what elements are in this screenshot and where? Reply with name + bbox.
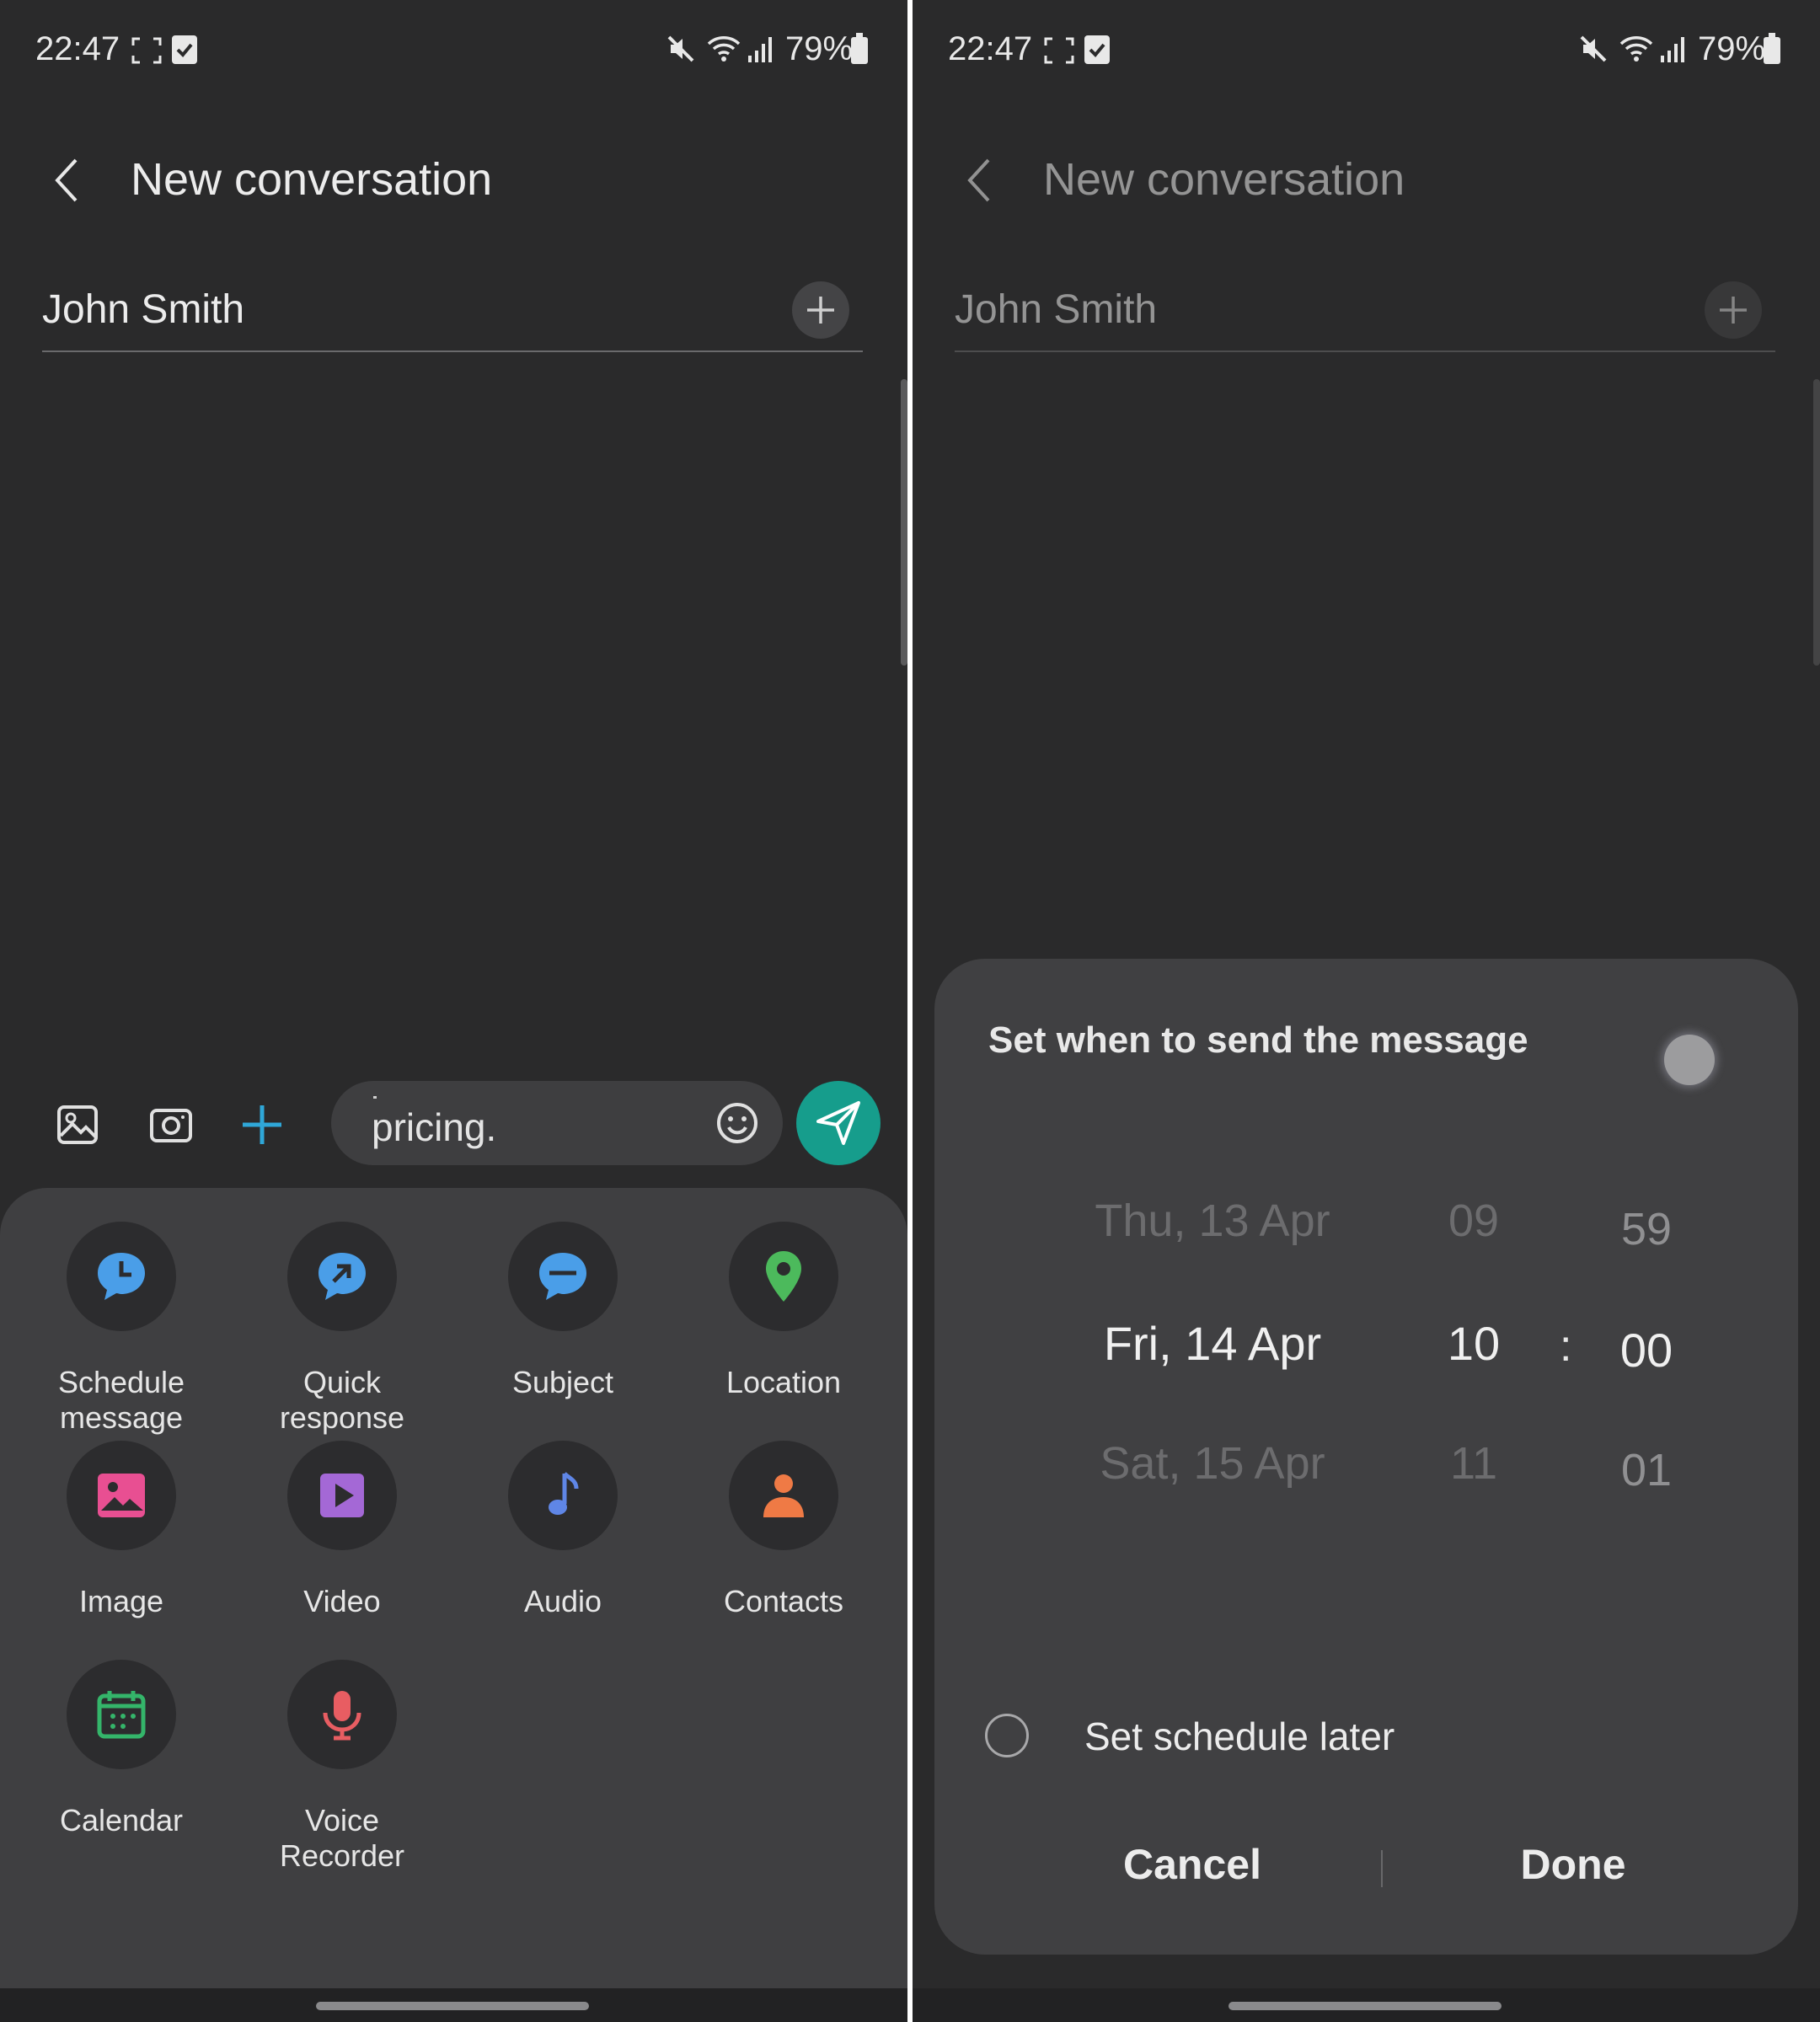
- video-icon: [320, 1474, 364, 1517]
- schedule-message-screen: 22:47 79% New conversation John Smith Se…: [913, 0, 1820, 2022]
- image-icon: [98, 1474, 145, 1517]
- wifi-icon: [1619, 36, 1653, 62]
- status-bar: 22:47 79%: [913, 0, 1820, 101]
- gallery-icon: [57, 1105, 98, 1144]
- subject-icon: [539, 1253, 586, 1300]
- subject-option[interactable]: Subject: [452, 1222, 673, 1424]
- add-recipient-button[interactable]: [792, 281, 849, 339]
- voice-recorder-label: Voice Recorder: [279, 1803, 405, 1873]
- camera-icon: [150, 1109, 192, 1142]
- home-gesture-bar[interactable]: [316, 2002, 589, 2010]
- text-cursor: [373, 1096, 377, 1099]
- hour-option-next[interactable]: 11: [1423, 1437, 1524, 1490]
- signal-icon: [748, 37, 772, 62]
- attach-plus-button[interactable]: [233, 1095, 292, 1154]
- schedule-later-radio[interactable]: [985, 1714, 1029, 1757]
- signal-icon: [1661, 37, 1684, 62]
- back-arrow-icon: [967, 158, 990, 202]
- back-arrow-icon[interactable]: [51, 157, 84, 204]
- subject-label: Subject: [511, 1365, 614, 1399]
- recipient-field: John Smith: [955, 287, 1158, 332]
- add-recipient-button: [1705, 281, 1762, 339]
- hour-option-selected[interactable]: 10: [1423, 1316, 1524, 1371]
- video-option[interactable]: Video: [232, 1441, 452, 1643]
- mute-icon: [1580, 35, 1607, 62]
- date-option-selected[interactable]: Fri, 14 Apr: [1036, 1316, 1389, 1371]
- quick-response-option[interactable]: Quick response: [232, 1222, 452, 1435]
- checkbox-notification-icon: [1084, 35, 1110, 64]
- recipient-field[interactable]: John Smith: [42, 286, 244, 333]
- scrollbar: [1813, 379, 1820, 666]
- schedule-clock-icon: [98, 1253, 145, 1300]
- image-label: Image: [78, 1584, 164, 1618]
- camera-button[interactable]: [142, 1095, 201, 1154]
- video-label: Video: [303, 1584, 381, 1618]
- schedule-dialog: Set when to send the message Thu, 13 Apr…: [934, 959, 1798, 1955]
- calendar-icon: [97, 1691, 146, 1739]
- date-option-next[interactable]: Sat, 15 Apr: [1036, 1437, 1389, 1490]
- location-option[interactable]: Location: [673, 1222, 894, 1424]
- home-gesture-bar[interactable]: [1228, 2002, 1502, 2010]
- voice-recorder-option[interactable]: Voice Recorder: [232, 1660, 452, 1873]
- page-title: New conversation: [131, 154, 493, 205]
- schedule-later-label[interactable]: Set schedule later: [1084, 1714, 1394, 1759]
- image-option[interactable]: Image: [11, 1441, 232, 1643]
- recipient-underline: [42, 350, 863, 352]
- mute-icon: [667, 35, 694, 62]
- message-text: pricing.: [372, 1105, 497, 1149]
- scrollbar[interactable]: [901, 379, 907, 666]
- button-divider: [1381, 1850, 1383, 1887]
- cancel-button[interactable]: Cancel: [1066, 1840, 1319, 1889]
- schedule-message-label: Schedule message: [57, 1365, 185, 1435]
- plus-icon: [243, 1105, 281, 1144]
- messages-compose-screen: 22:47 79% New conversation John Smith pr…: [0, 0, 907, 2022]
- done-button[interactable]: Done: [1447, 1840, 1700, 1889]
- location-label: Location: [725, 1365, 842, 1399]
- audio-label: Audio: [523, 1584, 602, 1618]
- attachment-sheet: Schedule message Quick response Subject …: [0, 1188, 907, 1988]
- time-separator: :: [1560, 1322, 1572, 1371]
- screenshot-icon: [131, 37, 162, 64]
- microphone-icon: [323, 1691, 361, 1741]
- status-time: 22:47: [35, 30, 120, 67]
- recipient-underline: [955, 350, 1775, 352]
- quick-response-label: Quick response: [279, 1365, 405, 1435]
- status-bar: 22:47 79%: [0, 0, 907, 101]
- hour-option-prev[interactable]: 09: [1423, 1195, 1524, 1247]
- dialog-title: Set when to send the message: [988, 1019, 1528, 1061]
- contacts-option[interactable]: Contacts: [673, 1441, 894, 1643]
- screenshot-icon: [1044, 37, 1074, 64]
- minute-option-prev[interactable]: 59: [1592, 1203, 1701, 1255]
- send-icon: [816, 1101, 860, 1145]
- music-note-icon: [549, 1472, 579, 1515]
- send-button[interactable]: [796, 1081, 881, 1165]
- message-input[interactable]: pricing.: [331, 1081, 783, 1165]
- person-icon: [763, 1474, 804, 1517]
- battery-icon: [851, 33, 868, 64]
- date-option-prev[interactable]: Thu, 13 Apr: [1036, 1195, 1389, 1247]
- audio-option[interactable]: Audio: [452, 1441, 673, 1643]
- emoji-icon[interactable]: [715, 1101, 759, 1145]
- battery-percentage: 79%: [1698, 30, 1766, 67]
- location-pin-icon: [766, 1251, 801, 1302]
- minute-option-selected[interactable]: 00: [1592, 1323, 1701, 1377]
- schedule-message-option[interactable]: Schedule message: [11, 1222, 232, 1435]
- contacts-label: Contacts: [723, 1584, 844, 1618]
- status-time: 22:47: [948, 30, 1033, 67]
- battery-icon: [1764, 33, 1780, 64]
- battery-percentage: 79%: [785, 30, 854, 67]
- wifi-icon: [707, 36, 741, 62]
- minute-option-next[interactable]: 01: [1592, 1444, 1701, 1496]
- calendar-option[interactable]: Calendar: [11, 1660, 232, 1862]
- quick-response-icon: [318, 1253, 366, 1300]
- page-title: New conversation: [1043, 154, 1405, 205]
- checkbox-notification-icon: [172, 35, 197, 64]
- schedule-toggle[interactable]: [1664, 1035, 1715, 1085]
- gallery-button[interactable]: [49, 1095, 108, 1154]
- calendar-label: Calendar: [59, 1803, 184, 1837]
